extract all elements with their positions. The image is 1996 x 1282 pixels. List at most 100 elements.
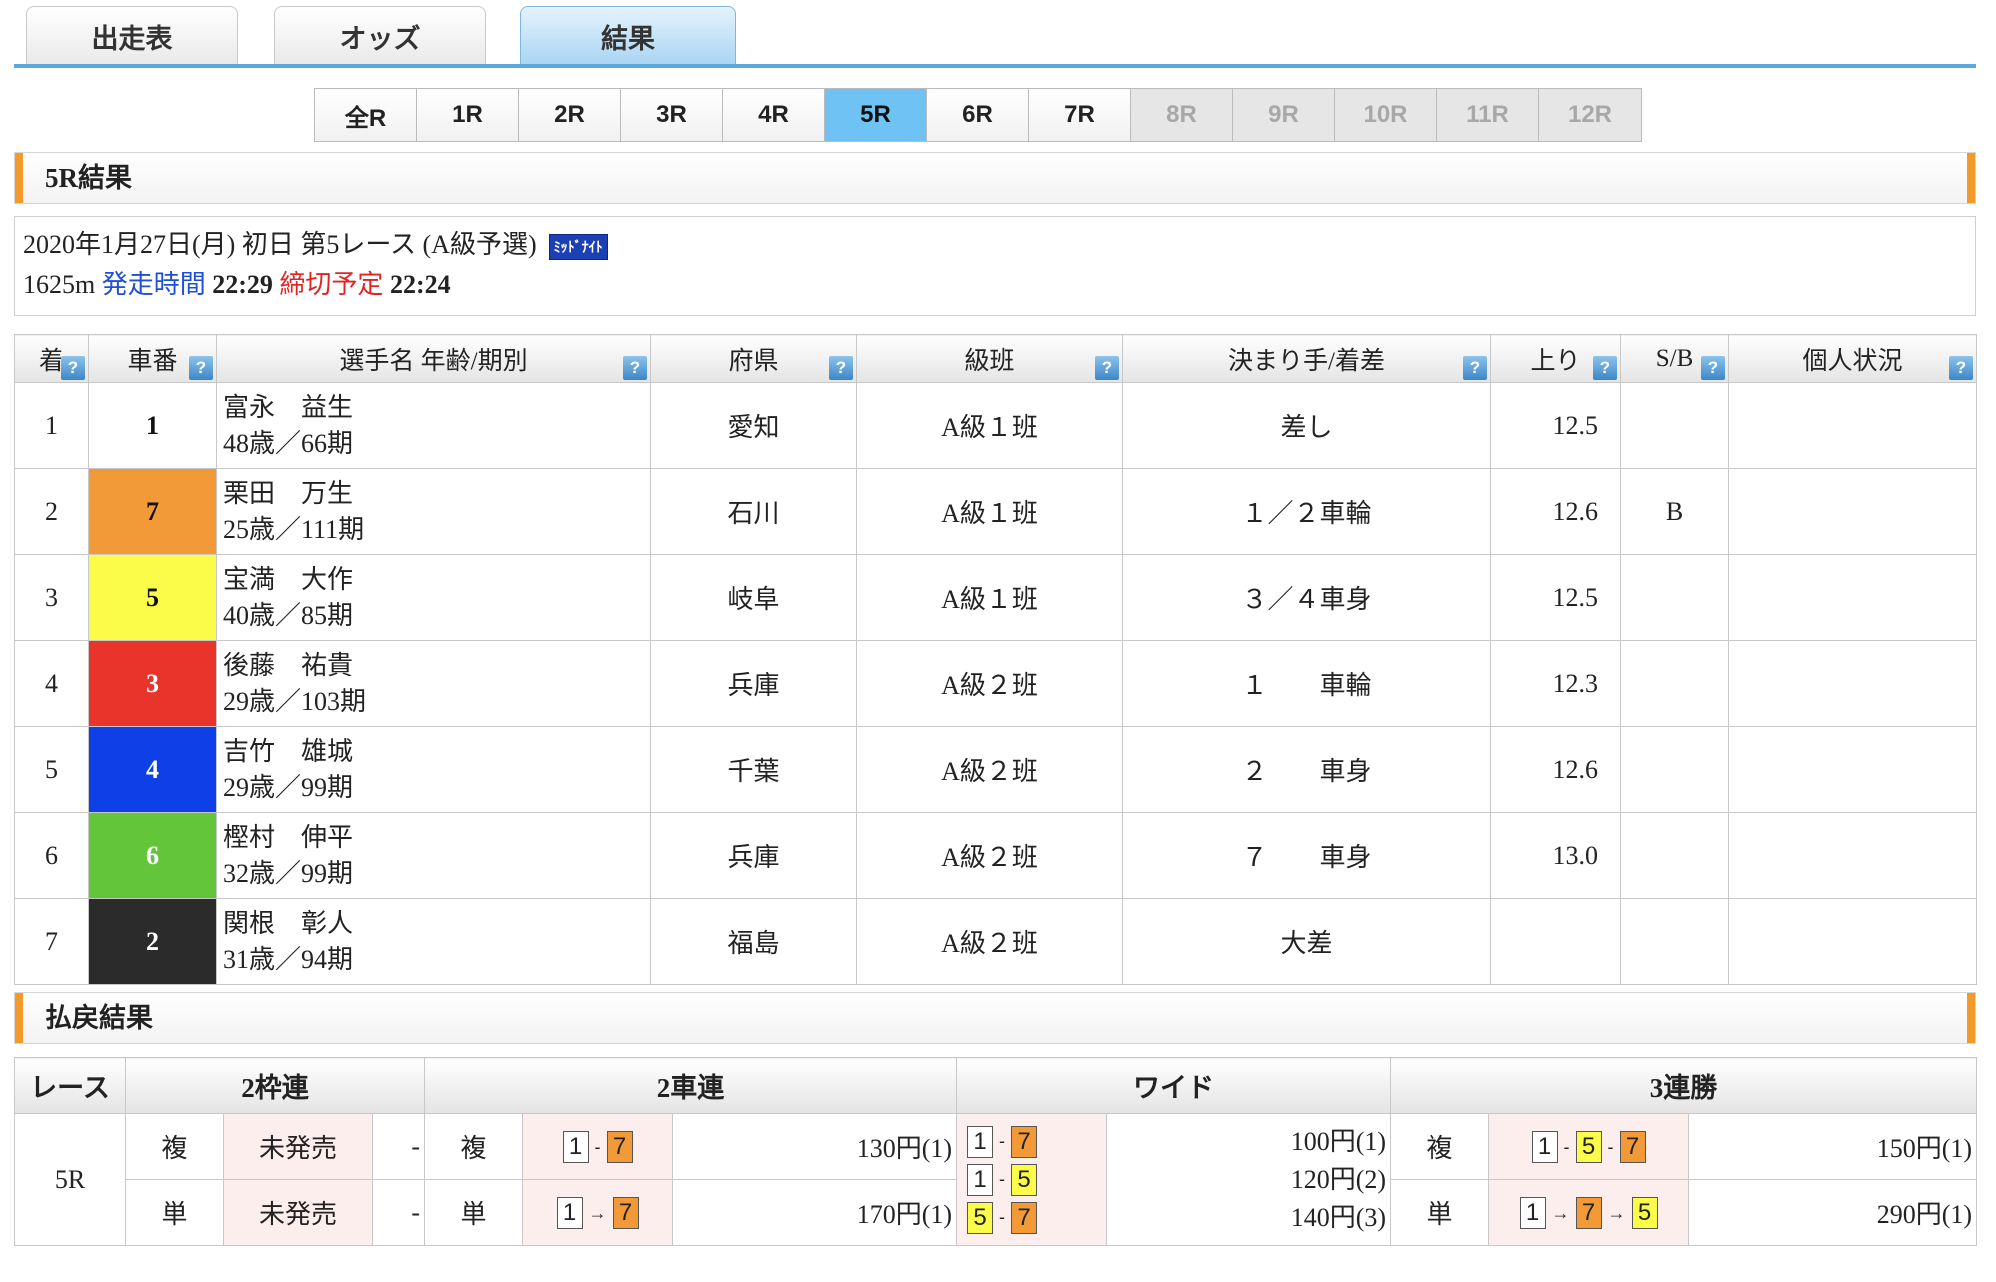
rider-name[interactable]: 樫村 伸平 — [223, 820, 650, 856]
wide-amount: 100円(1) — [1290, 1126, 1387, 1156]
race-button-5r[interactable]: 5R — [825, 89, 927, 141]
race-button-10r: 10R — [1335, 89, 1437, 141]
help-icon[interactable]: ? — [1095, 356, 1119, 380]
prefecture-cell: 兵庫 — [650, 640, 857, 727]
help-icon[interactable]: ? — [189, 356, 213, 380]
wide-combo-line: 1-5 — [957, 1161, 1106, 1199]
rank-cell: 4 — [14, 640, 89, 727]
status-cell — [1728, 554, 1977, 641]
car-number-cell: 3 — [88, 640, 217, 727]
sanren-tan-amount: 290円(1) — [1688, 1179, 1978, 1246]
race-button-3r[interactable]: 3R — [621, 89, 723, 141]
decision-cell: 差し — [1122, 382, 1491, 469]
col-header-label: 決まり手/着差 — [1228, 347, 1385, 375]
help-icon[interactable]: ? — [1701, 356, 1725, 380]
combo-number-box: 1 — [967, 1125, 994, 1158]
combo-number-box: 5 — [967, 1201, 994, 1234]
class-cell: A級２班 — [856, 640, 1123, 727]
col-header-label: 選手名 年齢/期別 — [339, 347, 528, 375]
shaken-tan-label: 単 — [424, 1179, 524, 1246]
rider-name[interactable]: 吉竹 雄城 — [223, 734, 650, 770]
tab-odds[interactable]: オッズ — [274, 6, 486, 66]
combo-number-box: 7 — [612, 1197, 639, 1230]
sb-cell — [1620, 640, 1729, 727]
combo-number-box: 5 — [1575, 1131, 1602, 1164]
sb-cell — [1620, 726, 1729, 813]
rider-age-term: 25歳／111期 — [223, 514, 365, 544]
race-button-6r[interactable]: 6R — [927, 89, 1029, 141]
help-icon[interactable]: ? — [1463, 356, 1487, 380]
combo-separator: - — [1563, 1136, 1570, 1157]
combo-number-box: 7 — [606, 1131, 633, 1164]
sanren-fuku-amount: 150円(1) — [1688, 1113, 1978, 1180]
agari-cell: 12.5 — [1490, 382, 1621, 469]
race-button-9r: 9R — [1233, 89, 1335, 141]
rider-name[interactable]: 後藤 祐貴 — [223, 648, 650, 684]
tab-entries[interactable]: 出走表 — [26, 6, 238, 66]
status-cell — [1728, 812, 1977, 899]
combo-number-box: 7 — [1575, 1197, 1602, 1230]
col-header-decision: 決まり手/着差? — [1122, 334, 1491, 383]
help-icon[interactable]: ? — [1593, 356, 1617, 380]
waku-tan-value: 未発売 — [223, 1179, 373, 1246]
rider-age-term: 29歳／99期 — [223, 772, 354, 802]
combo-number-box: 7 — [1619, 1131, 1646, 1164]
rider-name[interactable]: 栗田 万生 — [223, 476, 650, 512]
section-accent-left — [15, 993, 23, 1043]
result-row: 3 5 宝満 大作 40歳／85期 岐阜 A級１班 ３／４車身 12.5 — [14, 554, 1977, 641]
status-cell — [1728, 726, 1977, 813]
status-cell — [1728, 468, 1977, 555]
rank-cell: 3 — [14, 554, 89, 641]
car-number-cell: 1 — [88, 382, 217, 469]
combo-number-box: 1 — [556, 1197, 583, 1230]
col-header-agari: 上り? — [1490, 334, 1621, 383]
sb-cell: B — [1620, 468, 1729, 555]
race-selector: 全R 1R 2R 3R 4R 5R 6R 7R 8R 9R 10R 11R 12R — [314, 88, 1642, 142]
rank-cell: 1 — [14, 382, 89, 469]
combo-separator: → — [588, 1202, 607, 1223]
combo-separator: - — [999, 1131, 1006, 1151]
result-section-header: 5R結果 — [14, 152, 1976, 204]
wide-combo: 1-5 — [967, 1163, 1038, 1196]
sb-cell — [1620, 382, 1729, 469]
results-table: 着? 車番? 選手名 年齢/期別? 府県? 級班? 決まり手/着差? 上り? S/B? 個人状況… — [14, 334, 1977, 985]
rider-cell: 富永 益生 48歳／66期 — [216, 382, 651, 469]
help-icon[interactable]: ? — [1949, 356, 1973, 380]
race-button-7r[interactable]: 7R — [1029, 89, 1131, 141]
close-time-label: 締切予定 — [279, 270, 384, 299]
sb-cell — [1620, 554, 1729, 641]
help-icon[interactable]: ? — [623, 356, 647, 380]
rank-cell: 7 — [14, 898, 89, 985]
tab-results[interactable]: 結果 — [520, 6, 736, 66]
decision-cell: １／２車輪 — [1122, 468, 1491, 555]
help-icon[interactable]: ? — [61, 356, 85, 380]
decision-cell: １ 車輪 — [1122, 640, 1491, 727]
col-header-label: 上り — [1530, 347, 1581, 375]
race-button-4r[interactable]: 4R — [723, 89, 825, 141]
col-header-label: 車番 — [127, 347, 178, 375]
rider-name[interactable]: 関根 彰人 — [223, 906, 650, 942]
wide-combo-line: 1-7 — [957, 1123, 1106, 1161]
race-button-1r[interactable]: 1R — [417, 89, 519, 141]
combo-number-box: 1 — [967, 1163, 994, 1196]
section-accent-right — [1967, 153, 1975, 203]
agari-cell: 12.6 — [1490, 726, 1621, 813]
payout-section-title: 払戻結果 — [45, 1003, 153, 1033]
race-time-line: 1625m 発走時間 22:29 締切予定 22:24 — [23, 265, 1967, 305]
help-icon[interactable]: ? — [829, 356, 853, 380]
rank-cell: 6 — [14, 812, 89, 899]
rider-cell: 後藤 祐貴 29歳／103期 — [216, 640, 651, 727]
race-button-2r[interactable]: 2R — [519, 89, 621, 141]
combo-separator: - — [1607, 1136, 1614, 1157]
rider-name[interactable]: 宝満 大作 — [223, 562, 650, 598]
rider-name[interactable]: 富永 益生 — [223, 390, 650, 426]
sanren-tan-label: 単 — [1390, 1179, 1490, 1246]
wide-amount: 120円(2) — [1290, 1164, 1387, 1194]
result-row: 6 6 樫村 伸平 32歳／99期 兵庫 A級２班 ７ 車身 13.0 — [14, 812, 1977, 899]
payout-header-sanren: 3連勝 — [1390, 1057, 1978, 1114]
decision-cell: ２ 車身 — [1122, 726, 1491, 813]
col-header-status: 個人状況? — [1728, 334, 1977, 383]
waku-fuku-label: 複 — [125, 1113, 224, 1180]
race-button-全r[interactable]: 全R — [315, 89, 417, 141]
top-tabs: 出走表 オッズ 結果 — [14, 0, 1976, 68]
